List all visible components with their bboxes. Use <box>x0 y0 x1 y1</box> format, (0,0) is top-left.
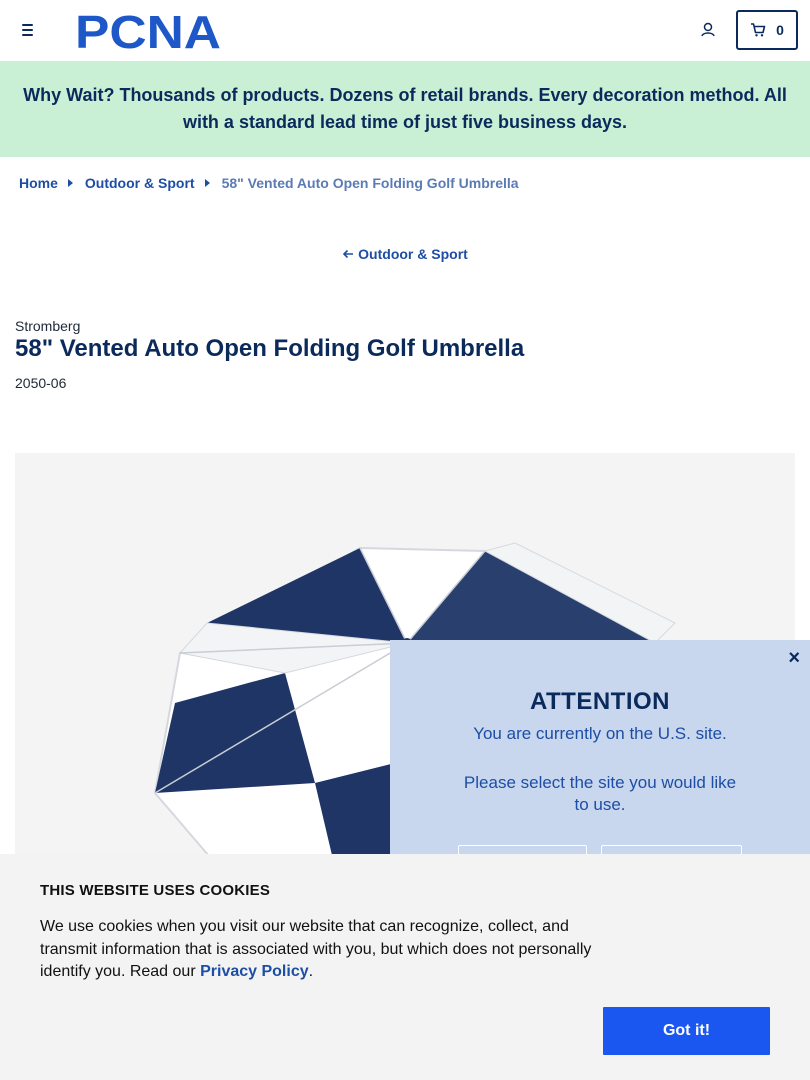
promo-banner: Why Wait? Thousands of products. Dozens … <box>0 61 810 157</box>
modal-current-site-text: You are currently on the U.S. site. <box>473 724 727 743</box>
pcna-logo[interactable]: PCNA <box>75 9 225 53</box>
cookie-body: We use cookies when you visit our websit… <box>40 916 610 984</box>
breadcrumb-home[interactable]: Home <box>19 175 58 191</box>
region-select-modal: × ATTENTION You are currently on the U.S… <box>390 640 810 885</box>
modal-heading: ATTENTION <box>529 688 671 715</box>
breadcrumb: Home Outdoor & Sport 58" Vented Auto Ope… <box>19 174 519 192</box>
breadcrumb-separator-icon <box>204 179 210 187</box>
cookie-banner: THIS WEBSITE USES COOKIES We use cookies… <box>0 854 810 1080</box>
promo-text: Why Wait? Thousands of products. Dozens … <box>23 85 787 132</box>
accept-cookies-button[interactable]: Got it! <box>603 1007 770 1055</box>
arrow-left-icon <box>343 249 354 259</box>
site-header: PCNA 0 <box>0 0 810 61</box>
breadcrumb-separator-icon <box>67 179 73 187</box>
breadcrumb-outdoor-sport[interactable]: Outdoor & Sport <box>85 175 195 191</box>
modal-select-site-text: Please select the site you would like to… <box>463 773 737 814</box>
account-icon[interactable] <box>698 19 718 41</box>
cookie-body-text: We use cookies when you visit our websit… <box>40 918 592 980</box>
cart-button[interactable]: 0 <box>736 10 798 50</box>
page: PCNA 0 Why Wait? Thousands of products. … <box>0 0 810 1080</box>
cart-icon <box>751 23 766 37</box>
product-title: 58" Vented Auto Open Folding Golf Umbrel… <box>15 335 525 362</box>
product-brand[interactable]: Stromberg <box>15 318 80 334</box>
logo-text: PCNA <box>75 9 221 53</box>
cookie-heading: THIS WEBSITE USES COOKIES <box>40 882 271 899</box>
back-to-category-link[interactable]: Outdoor & Sport <box>0 246 810 262</box>
product-sku: 2050-06 <box>15 375 67 391</box>
privacy-policy-link[interactable]: Privacy Policy <box>200 963 309 980</box>
cart-count: 0 <box>776 22 784 38</box>
cookie-body-tail: . <box>308 963 314 980</box>
hamburger-menu-icon[interactable] <box>17 19 39 41</box>
breadcrumb-current: 58" Vented Auto Open Folding Golf Umbrel… <box>221 175 519 191</box>
close-icon[interactable]: × <box>788 648 800 668</box>
back-link-label: Outdoor & Sport <box>358 246 468 262</box>
